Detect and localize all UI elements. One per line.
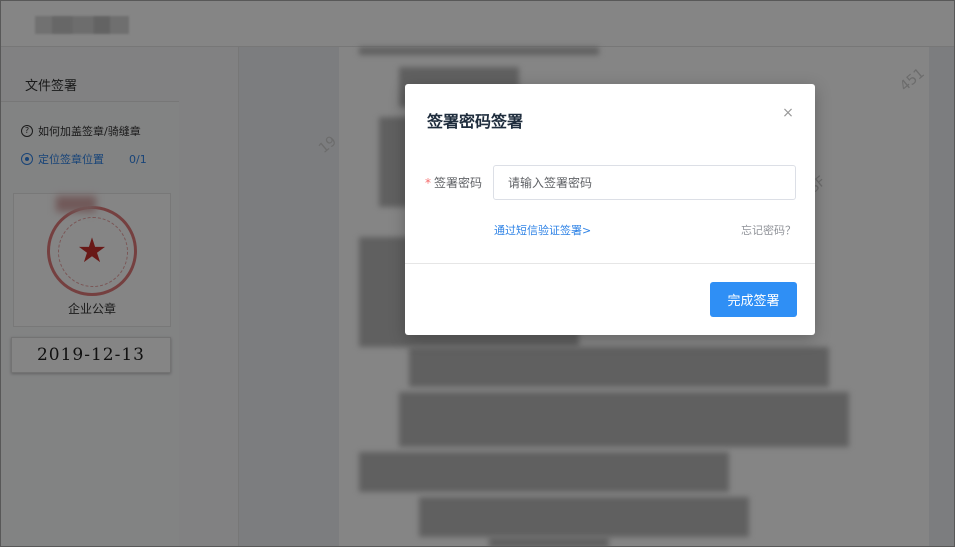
close-icon[interactable]: × (781, 106, 795, 120)
password-form-row: * 签署密码 (425, 165, 796, 200)
dialog-title: 签署密码签署 (427, 112, 524, 131)
sign-password-input[interactable] (493, 165, 796, 200)
required-mark: * (425, 176, 431, 190)
password-sign-dialog: 签署密码签署 × * 签署密码 通过短信验证签署> 忘记密码？ 完成签署 (405, 84, 815, 335)
dialog-divider (405, 263, 815, 264)
sms-verify-link[interactable]: 通过短信验证签署> (494, 222, 591, 238)
forgot-password-link[interactable]: 忘记密码？ (741, 222, 796, 238)
password-label-text: 签署密码 (434, 176, 483, 190)
complete-sign-button[interactable]: 完成签署 (710, 282, 797, 317)
password-label: * 签署密码 (425, 174, 493, 191)
